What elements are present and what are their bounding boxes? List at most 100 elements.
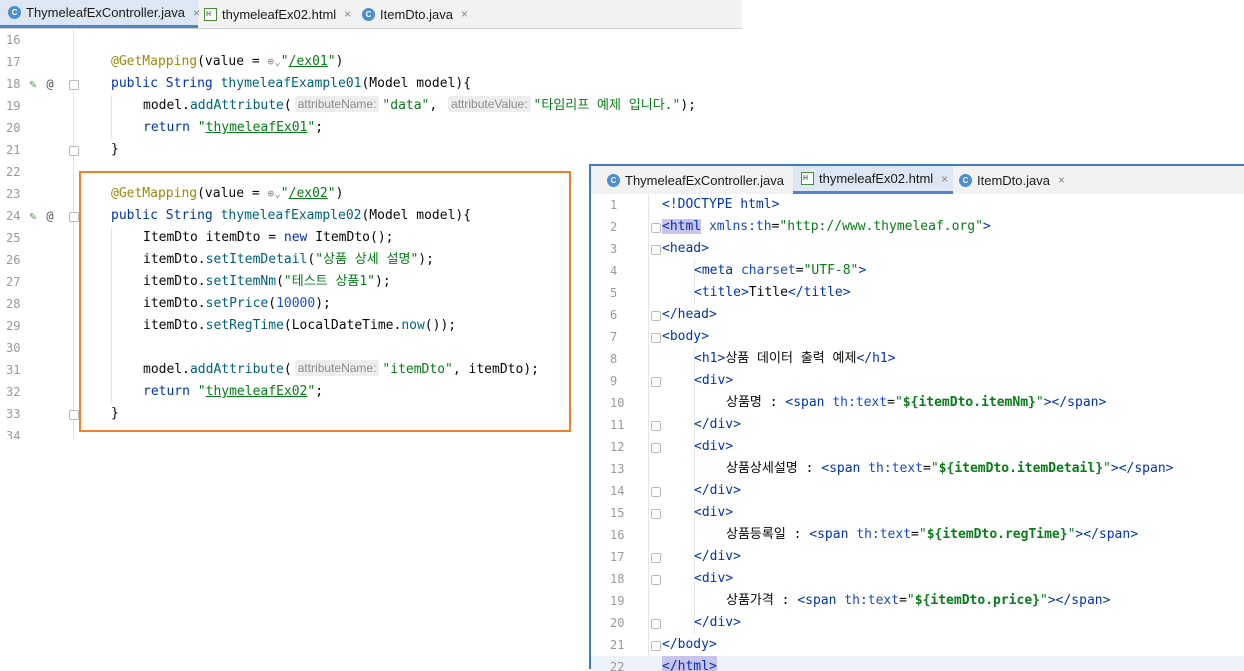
code-line: 17 @GetMapping(value = ⊕⌄"/ex01") [0,51,742,73]
tab-thymeleafex02-html[interactable]: thymeleafEx02.html × [200,0,354,28]
url-link[interactable]: /ex01 [289,54,328,69]
attribute-name: xmlns:th [708,219,772,234]
fold-icon[interactable] [651,487,661,497]
line-number: 4 [610,264,618,278]
close-icon[interactable]: × [1058,173,1065,187]
html-editor[interactable]: 1 <!DOCTYPE html> 2 <html xmlns:th="http… [591,194,1244,671]
web-endpoint-icon[interactable]: ✎ [26,209,40,223]
tag-token: title [701,285,741,300]
text-token: 상품등록일 : [726,527,810,542]
chevron-down-icon[interactable]: ⌄ [274,55,281,68]
code-token: </ [694,615,710,630]
at-icon[interactable]: @ [43,77,57,91]
tag-token: span [793,395,825,410]
tab-thymeleafex02-html[interactable]: thymeleafEx02.html × [793,166,953,194]
fold-icon[interactable] [69,146,79,156]
fold-icon[interactable] [69,80,79,90]
fold-icon[interactable] [651,421,661,431]
fold-icon[interactable] [651,619,661,629]
code-token: < [694,373,702,388]
tab-thymeleafexcontroller-java[interactable]: C ThymeleafExController.java × [0,0,200,28]
code-token: < [694,571,702,586]
code-text: } [111,142,119,157]
close-icon[interactable]: × [461,7,468,21]
code-line: 8 <h1>상품 데이터 출력 예제</h1> [591,348,1244,370]
code-token: > [733,417,741,432]
fold-icon[interactable] [651,553,661,563]
tag-token: </ [1051,395,1068,410]
tag-token: span [817,527,849,542]
line-number: 19 [6,99,21,113]
line-number: 13 [610,462,625,476]
code-token: </ [694,417,710,432]
code-line: 18 <div> [591,568,1244,590]
code-text: <body> [662,326,709,348]
html-file-icon [801,172,814,185]
line-number: 20 [6,121,21,135]
thymeleaf-expression: ${itemDto.price} [914,593,1040,608]
tab-label: thymeleafEx02.html [819,171,934,186]
tag-token: > [740,285,749,300]
close-icon[interactable]: × [193,6,200,20]
text-token: Title [748,285,788,300]
code-token: > [725,505,734,520]
line-number: 12 [610,440,625,454]
code-text: <div> [694,568,733,590]
code-line: 19 상품가격 : <span th:text="${itemDto.price… [591,590,1244,612]
tag-token: span [805,593,837,608]
fold-icon[interactable] [651,333,661,343]
tag-token: </ [856,351,873,366]
line-number: 10 [610,396,625,410]
tab-label: thymeleafEx02.html [222,6,337,22]
fold-icon[interactable] [651,641,661,651]
fold-icon[interactable] [651,377,661,387]
code-token: = [899,593,907,608]
fold-icon[interactable] [651,311,661,321]
parameter-hint: attributeName: [294,96,380,112]
tab-itemdto-java[interactable]: C ItemDto.java × [358,0,472,28]
line-number: 7 [610,330,618,344]
code-line: 21 } [0,139,742,161]
code-line: 19 model.addAttribute(attributeName: "dat… [0,95,742,117]
code-line: 13 상품상세설명 : <span th:text="${itemDto.ite… [591,458,1244,480]
template-link[interactable]: thymeleafEx01 [206,120,308,135]
code-token: </ [662,637,678,652]
tag-token: > [1130,527,1139,542]
code-token: > [708,659,717,671]
attribute-name: th:text [832,395,888,410]
code-token: div [709,549,734,564]
tag-token: > [982,219,991,234]
fold-icon[interactable] [651,245,661,255]
tag-token: </ [1055,593,1072,608]
attribute-name: th:text [868,461,924,476]
code-token: > [733,615,741,630]
line-number: 26 [6,253,21,267]
tab-itemdto-java[interactable]: C ItemDto.java × [953,166,1069,194]
tag-token: span [1067,395,1099,410]
close-icon[interactable]: × [344,7,351,21]
fold-icon[interactable] [69,410,79,420]
fold-icon[interactable] [69,212,79,222]
code-token: ) [335,54,344,69]
code-token: div [701,439,726,454]
fold-icon[interactable] [651,443,661,453]
close-icon[interactable]: × [941,172,948,186]
at-icon[interactable]: @ [43,209,57,223]
fold-icon[interactable] [651,509,661,519]
code-line: 21 </body> [591,634,1244,656]
code-token: > [701,241,709,256]
line-number: 5 [610,286,618,300]
code-token: , [429,98,446,113]
line-number: 28 [6,297,21,311]
tab-thymeleafexcontroller-java[interactable]: C ThymeleafExController.java [591,166,802,194]
tag-token: </ [1083,527,1099,542]
fold-icon[interactable] [651,223,661,233]
tag-token: title [803,285,843,300]
fold-icon[interactable] [651,575,661,585]
line-number: 18 [610,572,625,586]
line-number: 9 [610,374,618,388]
tab-label: ThymeleafExController.java [26,5,185,20]
attribute-name: charset [740,263,796,278]
web-endpoint-icon[interactable]: ✎ [26,77,40,91]
attribute-name: th:text [844,593,900,608]
